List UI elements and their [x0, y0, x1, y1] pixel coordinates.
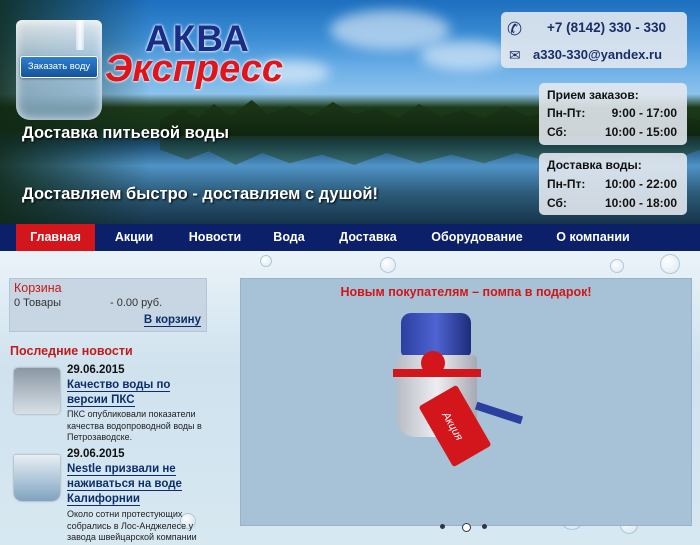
cart-title: Корзина [14, 281, 62, 295]
news-title-link[interactable]: Качество воды по версии ПКС [67, 378, 207, 408]
go-to-cart-link[interactable]: В корзину [143, 314, 201, 327]
bubble [610, 259, 624, 273]
news-heading: Последние новости [10, 344, 133, 358]
cart-sum: - 0.00 руб. [110, 297, 163, 309]
nav-item-news[interactable]: Новости [180, 224, 250, 251]
contact-box: ✆ +7 (8142) 330 - 330 ✉ a330-330@yandex.… [501, 12, 687, 68]
tagline-delivery: Доставка питьевой воды [22, 124, 230, 142]
gift-bow [421, 351, 445, 375]
news-thumbnail-faucet[interactable] [14, 368, 60, 414]
hours-days: Пн-Пт: [547, 177, 586, 191]
promo-tag-text: Акция [439, 410, 466, 443]
news-date: 29.06.2015 [67, 364, 125, 376]
nav-item-delivery[interactable]: Доставка [330, 224, 406, 251]
news-excerpt: Около сотни протестующих собрались в Лос… [67, 509, 197, 545]
header-banner: Заказать воду АКВА Экспресс Доставка пит… [0, 0, 700, 224]
bubble [660, 254, 680, 274]
phone-icon: ✆ [507, 19, 523, 39]
bubble [260, 255, 272, 267]
slider-dot-active[interactable] [462, 523, 471, 532]
orders-hours-title: Прием заказов: [547, 88, 639, 102]
nav-item-about[interactable]: О компании [546, 224, 640, 251]
delivery-hours-title: Доставка воды: [547, 158, 642, 172]
hours-days: Сб: [547, 125, 567, 139]
content-area: Корзина 0 Товары - 0.00 руб. В корзину П… [0, 251, 700, 545]
logo-text-express: Экспресс [105, 48, 283, 90]
orders-hours-box: Прием заказов: Пн-Пт: 9:00 - 17:00 Сб: 1… [539, 83, 687, 145]
hours-days: Сб: [547, 196, 567, 210]
hours-time: 9:00 - 17:00 [611, 106, 677, 120]
delivery-hours-box: Доставка воды: Пн-Пт: 10:00 - 22:00 Сб: … [539, 153, 687, 215]
mail-icon: ✉ [509, 47, 521, 63]
order-water-button[interactable]: Заказать воду [20, 56, 98, 78]
hours-time: 10:00 - 22:00 [604, 177, 677, 191]
water-stream [76, 20, 84, 50]
news-excerpt: ПКС опубликовали показатели качества вод… [67, 409, 202, 442]
cloud [420, 40, 510, 70]
email-link[interactable]: a330-330@yandex.ru [533, 47, 662, 62]
news-thumbnail-glass[interactable] [14, 455, 60, 501]
nav-item-water[interactable]: Вода [264, 224, 314, 251]
nav-item-home[interactable]: Главная [16, 224, 95, 251]
slider-dot[interactable] [482, 524, 487, 529]
news-date: 29.06.2015 [67, 448, 125, 460]
news-title-link[interactable]: Nestle призвали не наживаться на воде Ка… [67, 462, 207, 507]
tagline-slogan: Доставляем быстро - доставляем с душой! [22, 185, 379, 203]
bubble [380, 257, 396, 273]
phone-number[interactable]: +7 (8142) 330 - 330 [547, 20, 666, 35]
slider-dot[interactable] [440, 524, 445, 529]
main-nav: Главная Акции Новости Вода Доставка Обор… [0, 224, 700, 251]
hours-time: 10:00 - 18:00 [604, 196, 677, 210]
cart-count: 0 Товары [14, 297, 62, 309]
hours-time: 10:00 - 15:00 [604, 125, 677, 139]
nav-item-equipment[interactable]: Оборудование [424, 224, 530, 251]
promo-title: Новым покупателям – помпа в подарок! [340, 285, 592, 299]
cart-widget: Корзина 0 Товары - 0.00 руб. В корзину [9, 278, 207, 332]
hours-days: Пн-Пт: [547, 106, 586, 120]
promo-slider[interactable]: Новым покупателям – помпа в подарок! Акц… [240, 278, 692, 526]
nav-item-promotions[interactable]: Акции [104, 224, 164, 251]
pump-spout-image [474, 401, 524, 425]
